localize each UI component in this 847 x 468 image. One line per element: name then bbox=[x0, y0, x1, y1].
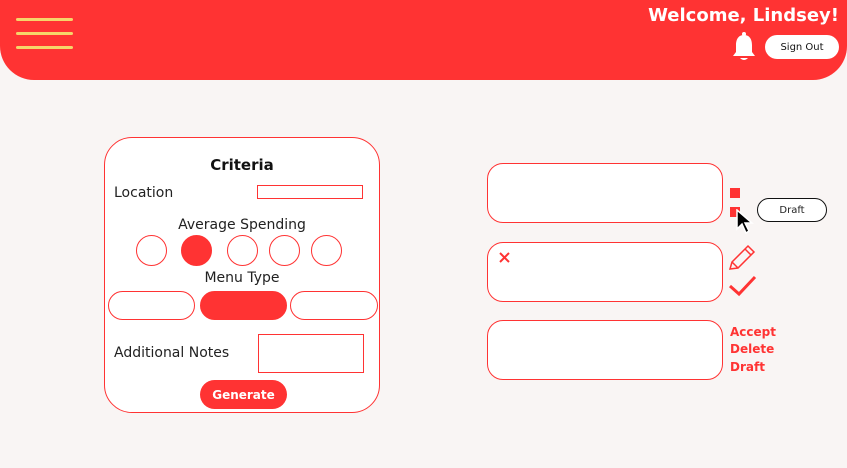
spending-option-2[interactable] bbox=[181, 235, 212, 266]
top-bar: Welcome, Lindsey! Sign Out bbox=[0, 0, 847, 80]
menu-line bbox=[16, 32, 73, 35]
additional-notes-label: Additional Notes bbox=[114, 345, 230, 361]
spending-option-4[interactable] bbox=[269, 235, 300, 266]
delete-link[interactable]: Delete bbox=[730, 342, 774, 356]
mouse-cursor-icon bbox=[736, 209, 755, 235]
result-card-1[interactable] bbox=[487, 163, 723, 223]
bell-icon[interactable] bbox=[730, 32, 758, 62]
accept-link[interactable]: Accept bbox=[730, 325, 776, 339]
result-card-2[interactable] bbox=[487, 242, 723, 302]
criteria-panel: Criteria Location Average Spending Menu … bbox=[104, 137, 380, 413]
menu-type-label: Menu Type bbox=[204, 270, 280, 286]
result-card-3[interactable] bbox=[487, 320, 723, 380]
welcome-message: Welcome, Lindsey! bbox=[648, 5, 839, 26]
close-icon[interactable] bbox=[499, 252, 510, 263]
location-input[interactable] bbox=[257, 185, 363, 199]
spending-option-5[interactable] bbox=[311, 235, 342, 266]
sign-out-button[interactable]: Sign Out bbox=[765, 35, 839, 59]
menu-line bbox=[16, 18, 73, 21]
additional-notes-input[interactable] bbox=[258, 334, 364, 373]
generate-button[interactable]: Generate bbox=[200, 380, 287, 409]
menu-type-option-3[interactable] bbox=[290, 291, 378, 320]
menu-type-option-1[interactable] bbox=[108, 291, 195, 320]
menu-type-option-2[interactable] bbox=[200, 291, 287, 320]
check-icon[interactable] bbox=[728, 274, 758, 298]
menu-line bbox=[16, 46, 73, 49]
draft-link[interactable]: Draft bbox=[730, 360, 765, 374]
location-label: Location bbox=[114, 185, 174, 201]
draft-button[interactable]: Draft bbox=[757, 198, 827, 222]
criteria-title: Criteria bbox=[210, 156, 274, 174]
average-spending-label: Average Spending bbox=[178, 217, 306, 233]
spending-option-1[interactable] bbox=[136, 235, 167, 266]
hamburger-menu-icon[interactable] bbox=[16, 18, 74, 52]
spending-option-3[interactable] bbox=[227, 235, 258, 266]
pencil-icon[interactable] bbox=[726, 243, 758, 273]
status-square-icon bbox=[730, 188, 740, 198]
